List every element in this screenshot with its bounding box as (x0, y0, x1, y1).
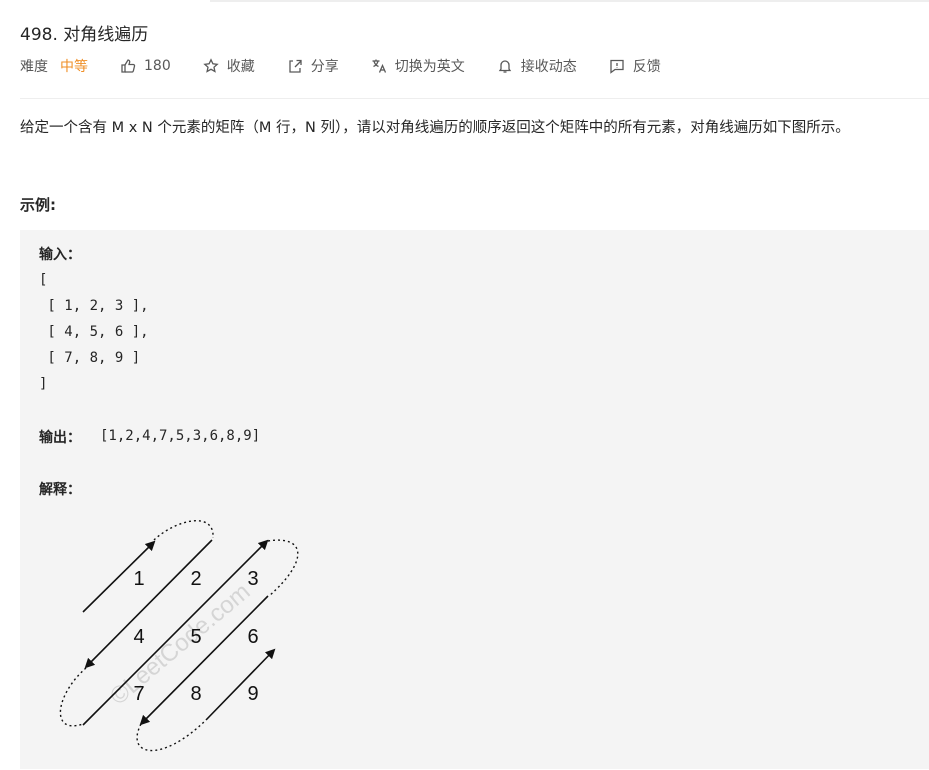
connector-curve (59, 667, 87, 727)
thumbs-up-icon (121, 59, 136, 73)
matrix-number: 8 (190, 683, 201, 705)
connector-curve (267, 539, 299, 597)
explanation-label: 解释： (39, 482, 81, 498)
subscribe-button[interactable]: 接收动态 (497, 56, 577, 76)
favorite-button[interactable]: 收藏 (203, 56, 255, 76)
favorite-label: 收藏 (226, 59, 255, 75)
matrix-number: 9 (247, 683, 258, 705)
input-line: [ 4, 5, 6 ], (39, 324, 149, 340)
matrix-number: 7 (133, 683, 144, 705)
input-line: [ 7, 8, 9 ] (39, 350, 141, 366)
arrow-up-5 (205, 648, 276, 721)
feedback-label: 反馈 (632, 59, 661, 75)
matrix-number: 2 (190, 568, 201, 590)
example-code-block: 输入： [ [ 1, 2, 3 ], [ 4, 5, 6 ], [ 7, 8, … (20, 230, 929, 769)
feedback-icon (610, 59, 624, 74)
watermark-text: ©LeetCode.com (105, 578, 255, 710)
difficulty-badge: 中等 (60, 59, 88, 75)
input-label: 输入： (39, 247, 81, 263)
matrix-number: 4 (133, 626, 144, 648)
translate-icon (372, 59, 386, 73)
feedback-button[interactable]: 反馈 (609, 56, 661, 76)
matrix-number: 6 (247, 626, 258, 648)
like-button[interactable]: 180 (120, 58, 171, 74)
connector-curve (136, 719, 207, 752)
problem-title: 498. 对角线遍历 (20, 25, 149, 45)
difficulty-label: 难度 (20, 59, 48, 75)
output-label: 输出： (39, 430, 81, 446)
input-line: ] (39, 376, 48, 392)
problem-meta-bar: 难度 中等 180 收藏 分享 切换为英文 接收动态 反馈 (20, 56, 693, 76)
switch-language-label: 切换为英文 (394, 59, 465, 75)
diagonal-traversal-diagram: ©LeetCode.com 1 2 3 4 5 6 7 8 9 (59, 520, 299, 752)
like-count: 180 (144, 58, 171, 74)
arrow-up-3 (82, 539, 269, 726)
input-line: [ 1, 2, 3 ], (39, 298, 149, 314)
bell-icon (498, 60, 511, 73)
input-line: [ (39, 272, 48, 288)
star-icon (203, 58, 219, 73)
connector-curve (153, 520, 214, 541)
share-icon (289, 59, 302, 73)
share-button[interactable]: 分享 (287, 56, 339, 76)
output-value: [1,2,4,7,5,3,6,8,9] (100, 428, 261, 444)
matrix-number: 1 (133, 568, 144, 590)
subscribe-label: 接收动态 (520, 59, 577, 75)
example-heading: 示例: (20, 196, 56, 214)
matrix-number: 5 (190, 626, 201, 648)
matrix-number: 3 (247, 568, 258, 590)
header-divider (20, 98, 929, 99)
problem-description: 给定一个含有 M x N 个元素的矩阵（M 行，N 列），请以对角线遍历的顺序返… (20, 120, 850, 136)
switch-language-button[interactable]: 切换为英文 (371, 56, 465, 76)
share-label: 分享 (310, 59, 339, 75)
top-divider (210, 0, 929, 2)
